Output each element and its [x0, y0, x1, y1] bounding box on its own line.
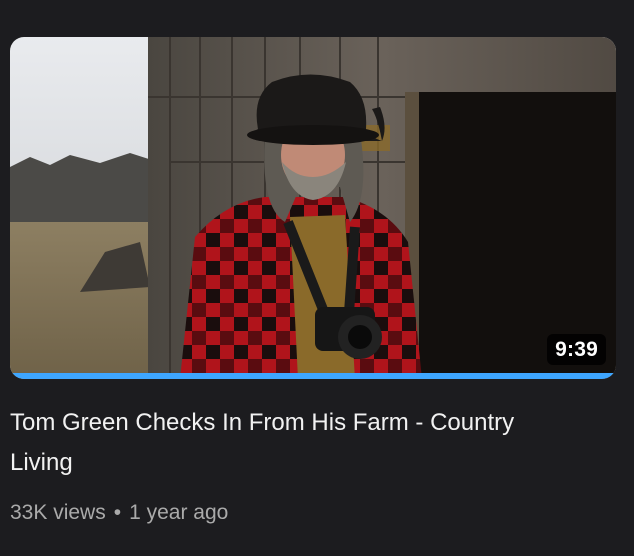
thumbnail-image — [10, 37, 616, 379]
video-title[interactable]: Tom Green Checks In From His Farm - Coun… — [10, 403, 570, 483]
video-thumbnail[interactable]: 9:39 — [10, 37, 616, 379]
meta-separator: • — [113, 501, 122, 524]
video-card: 9:39 Tom Green Checks In From His Farm -… — [0, 0, 634, 556]
video-metadata: 33K views • 1 year ago — [10, 498, 228, 528]
duration-badge: 9:39 — [547, 334, 606, 365]
view-count: 33K views — [10, 501, 106, 524]
watch-progress-bar — [10, 373, 616, 379]
upload-age: 1 year ago — [129, 501, 229, 524]
